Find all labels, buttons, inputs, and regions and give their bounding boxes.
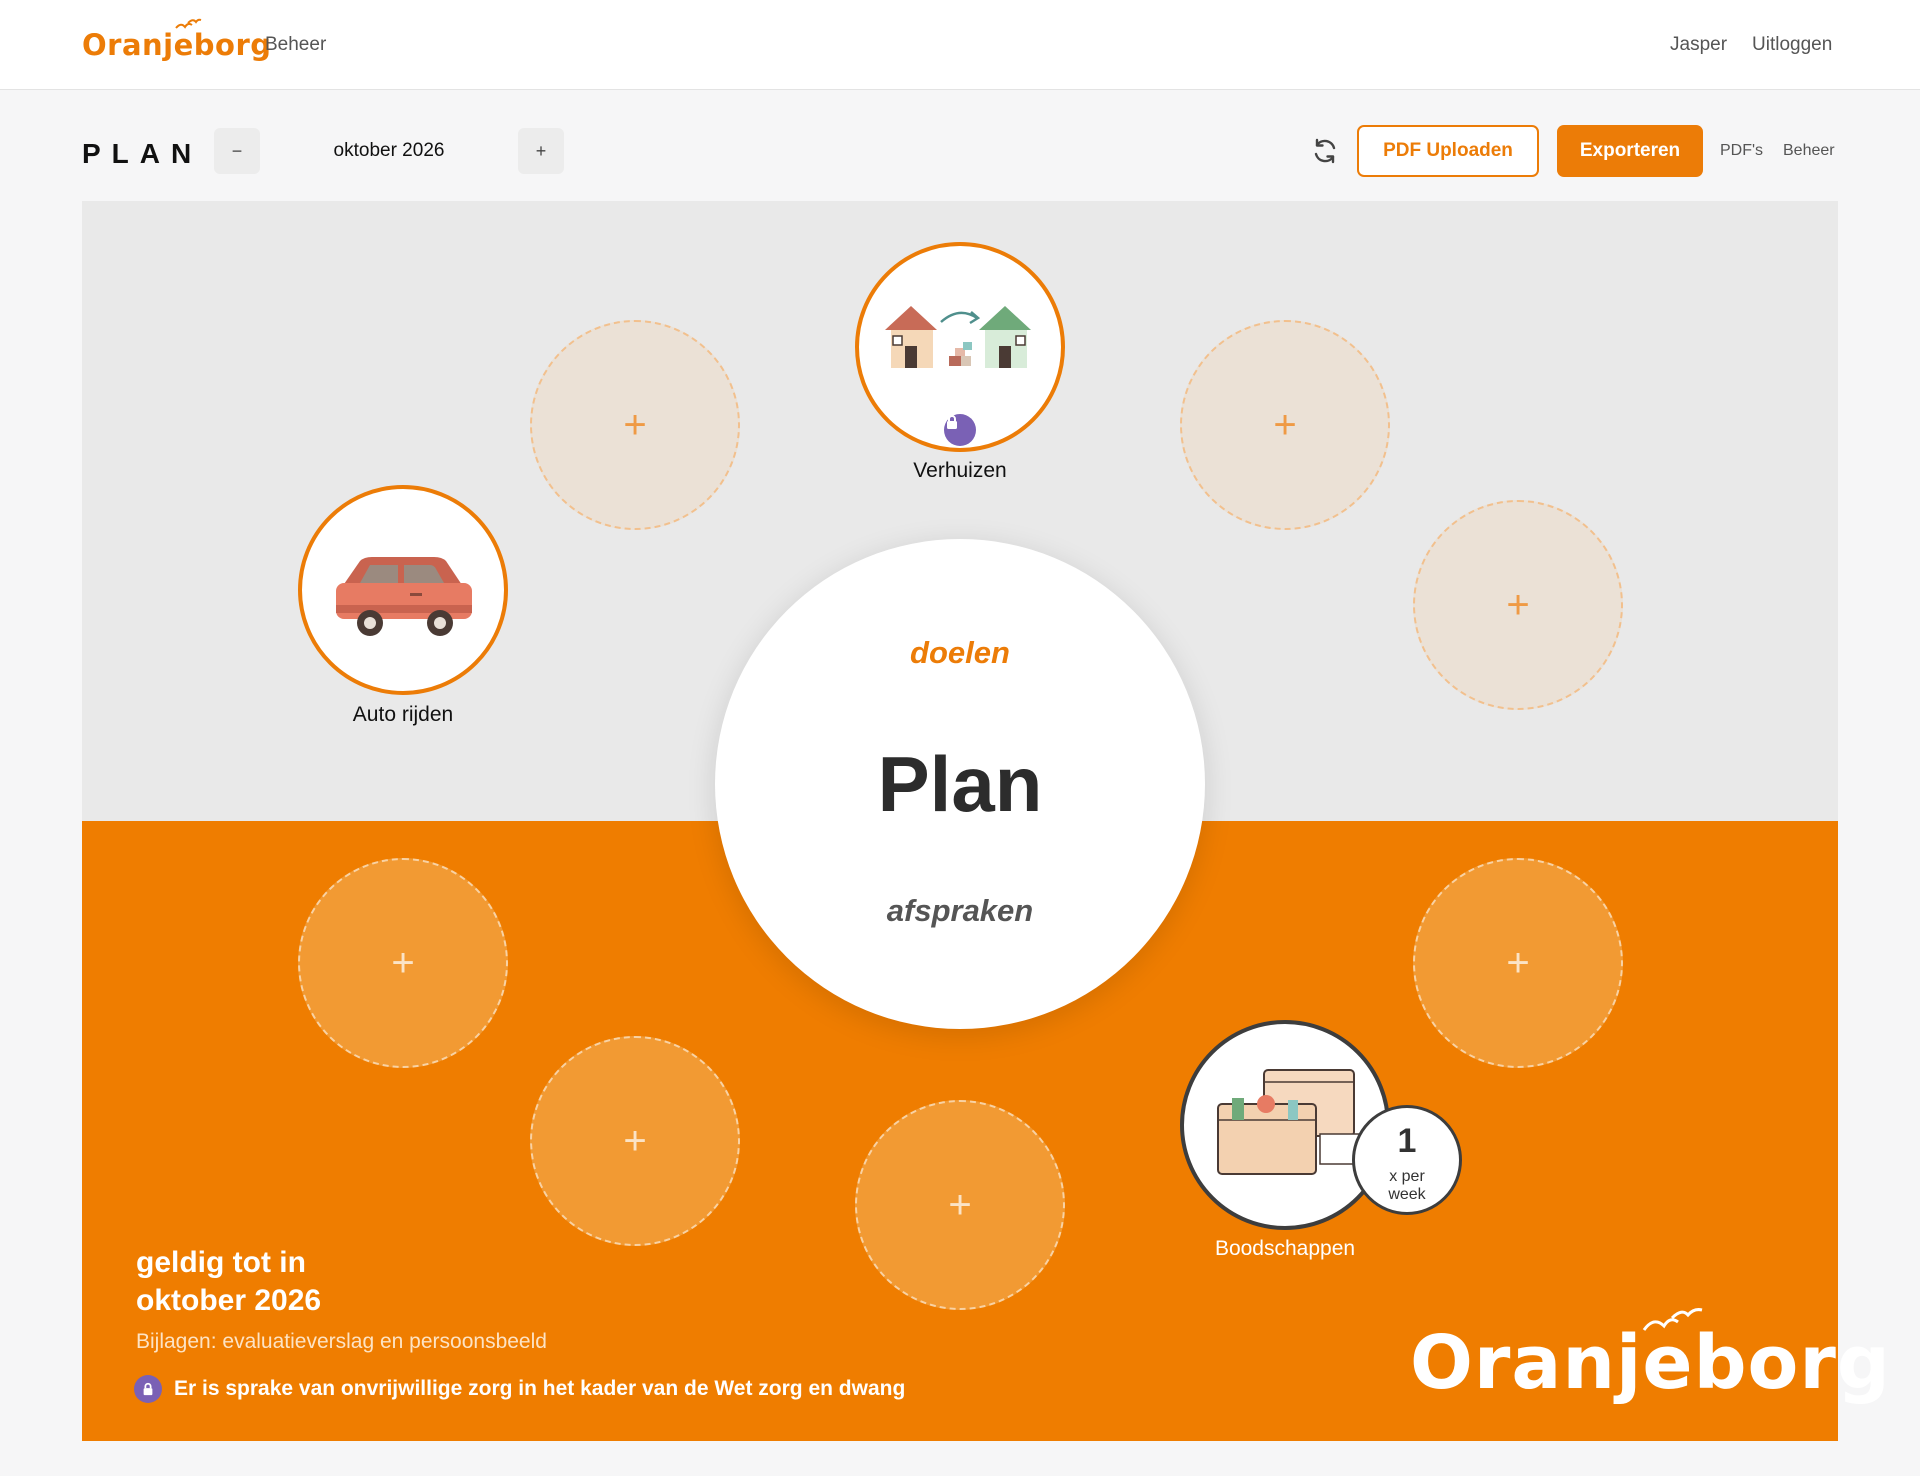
refresh-icon[interactable] (1310, 136, 1340, 166)
agreement-label: Boodschappen (1214, 1237, 1356, 1260)
add-icon: + (1506, 583, 1530, 627)
export-button[interactable]: Exporteren (1557, 125, 1703, 177)
lock-icon (134, 1375, 162, 1403)
wzd-notice: Er is sprake van onvrijwillige zorg in h… (134, 1374, 905, 1404)
wzd-notice-text: Er is sprake van onvrijwillige zorg in h… (174, 1377, 906, 1400)
center-goals-label: doelen (910, 635, 1010, 670)
add-icon: + (391, 941, 415, 985)
goal-verhuizen[interactable] (855, 242, 1065, 452)
empty-goal-slot[interactable]: + (1180, 320, 1390, 530)
toolbar-beheer-link[interactable]: Beheer (1783, 142, 1835, 160)
frequency-badge[interactable]: 1 x per week (1352, 1105, 1462, 1215)
add-icon: + (1273, 403, 1297, 447)
empty-agreement-slot[interactable]: + (855, 1100, 1065, 1310)
previous-month-button[interactable]: − (214, 128, 260, 174)
center-plan-label: Plan (877, 740, 1043, 828)
page-title: PLAN (82, 138, 203, 169)
frequency-unit: x per week (1388, 1168, 1426, 1203)
empty-goal-slot[interactable]: + (1413, 500, 1623, 710)
brand-logo-text: Oranjeborg (82, 28, 272, 62)
top-navigation: Oranjeborg Beheer Jasper Uitloggen (0, 0, 1920, 90)
validity-text: geldig tot in oktober 2026 (136, 1246, 322, 1317)
add-icon: + (1506, 941, 1530, 985)
next-month-button[interactable]: + (518, 128, 564, 174)
empty-agreement-slot[interactable]: + (1413, 858, 1623, 1068)
add-icon: + (948, 1183, 972, 1227)
pdfs-link[interactable]: PDF's (1720, 142, 1763, 160)
add-icon: + (623, 1119, 647, 1163)
brand-logo-large: Oranjeborg (1410, 1308, 1891, 1406)
lock-icon (944, 414, 976, 446)
validity-title: geldig tot in oktober 2026 (136, 1244, 636, 1320)
empty-agreement-slot[interactable]: + (530, 1036, 740, 1246)
nav-beheer-link[interactable]: Beheer (265, 34, 326, 56)
frequency-count: 1 (1397, 1122, 1417, 1160)
add-icon: + (623, 403, 647, 447)
birds-icon (1642, 1308, 1703, 1331)
goal-label: Verhuizen (913, 459, 1007, 482)
goal-auto-rijden[interactable] (298, 485, 508, 695)
pdf-upload-button[interactable]: PDF Uploaden (1357, 125, 1539, 177)
car-icon (336, 557, 472, 636)
center-agreements-label: afspraken (886, 893, 1034, 928)
month-label: oktober 2026 (333, 140, 445, 161)
goal-label: Auto rijden (352, 703, 454, 726)
birds-icon (175, 18, 202, 29)
nav-logout-link[interactable]: Uitloggen (1752, 34, 1832, 56)
plan-center-circle: doelen Plan afspraken (715, 539, 1205, 1029)
attachments-text: Bijlagen: evaluatieverslag en persoonsbe… (136, 1330, 547, 1353)
brand-logo[interactable]: Oranjeborg (82, 18, 272, 62)
empty-agreement-slot[interactable]: + (298, 858, 508, 1068)
nav-user-link[interactable]: Jasper (1670, 34, 1727, 56)
empty-goal-slot[interactable]: + (530, 320, 740, 530)
